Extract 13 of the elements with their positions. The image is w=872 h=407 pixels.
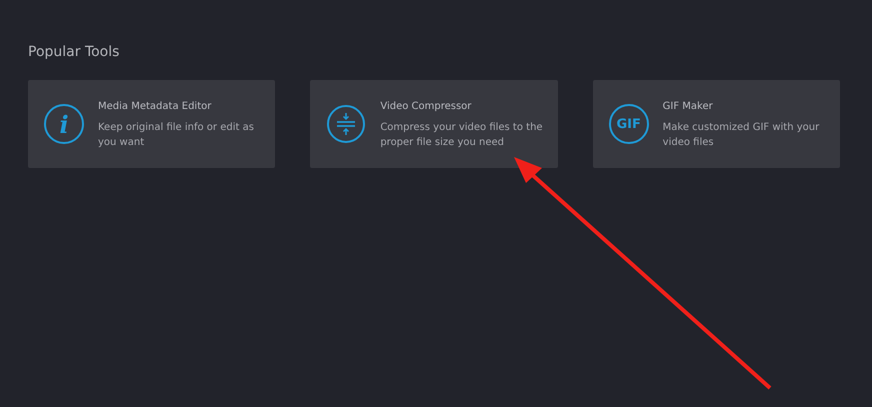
tool-description: Keep original file info or edit as you want — [98, 120, 255, 150]
tool-title: Video Compressor — [380, 100, 472, 112]
tool-card[interactable]: Video Compressor Compress your video files to the proper file size you need — [310, 80, 558, 168]
section-heading: Popular Tools — [28, 44, 120, 60]
tool-title: Media Metadata Editor — [98, 100, 212, 112]
gif-icon: GIF — [608, 104, 649, 144]
tool-title: GIF Maker — [662, 100, 714, 112]
info-icon: i — [44, 104, 84, 144]
tool-card[interactable]: GIF GIF Maker Make customized GIF with your video files — [592, 80, 840, 168]
tool-card[interactable]: i Media Metadata Editor Keep original file info or edit as you want — [28, 80, 276, 168]
tool-description: Compress your video files to the proper file size you need — [380, 120, 544, 150]
tool-description: Make customized GIF with your video files — [662, 120, 820, 150]
compress-icon — [326, 104, 366, 144]
